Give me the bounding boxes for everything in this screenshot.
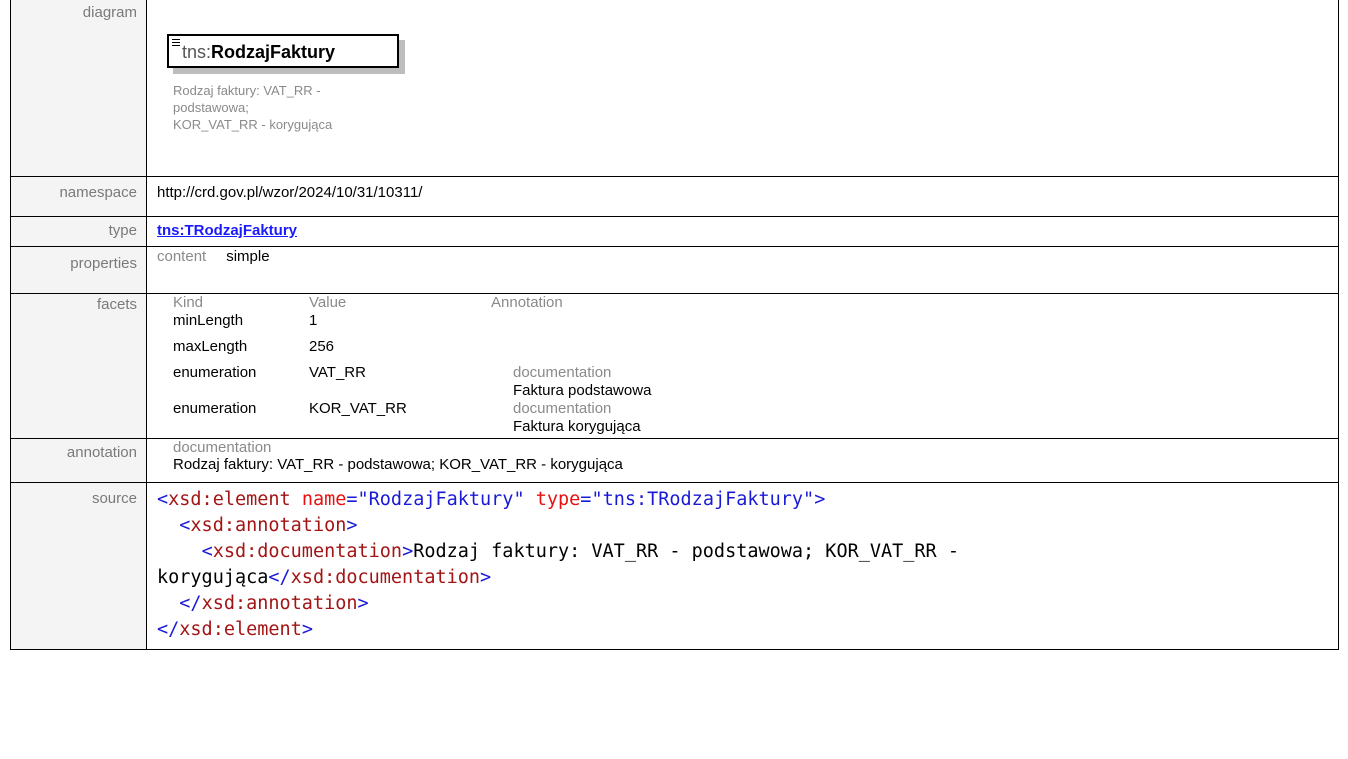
node-name: RodzajFaktury <box>211 42 336 62</box>
facets-table: Kind Value Annotation minLength 1 maxLen… <box>173 294 667 436</box>
node-box: tns:RodzajFaktury <box>167 34 399 68</box>
namespace-row: namespace http://crd.gov.pl/wzor/2024/10… <box>10 176 1339 217</box>
properties-label: properties <box>10 246 147 294</box>
annotation-doc-label: documentation <box>173 439 272 456</box>
diagram-cell: tns:RodzajFaktury Rodzaj faktury: VAT_RR… <box>146 0 1339 177</box>
property-key: content <box>157 248 207 265</box>
facet-row: enumeration VAT_RR documentation Faktura… <box>173 364 667 400</box>
node-documentation: Rodzaj faktury: VAT_RR - podstawowa; KOR… <box>173 82 332 133</box>
node-title: tns:RodzajFaktury <box>182 42 335 63</box>
property-value: simple <box>226 248 270 265</box>
element-lines-icon <box>172 39 180 48</box>
facet-kind: enumeration <box>173 400 257 417</box>
facet-annotation-text: Faktura podstawowa <box>513 382 652 399</box>
properties-row: properties content simple <box>10 246 1339 294</box>
facet-annotation: documentation Faktura podstawowa <box>491 364 667 400</box>
facet-kind: minLength <box>173 312 244 329</box>
facet-kind: enumeration <box>173 364 257 381</box>
facet-row: maxLength 256 <box>173 338 667 356</box>
annotation-doc-text: Rodzaj faktury: VAT_RR - podstawowa; KOR… <box>173 456 623 473</box>
source-label: source <box>10 482 147 650</box>
facet-value: 1 <box>309 312 318 329</box>
facet-row: minLength 1 <box>173 312 667 330</box>
diagram-row: diagram tns:RodzajFaktury Rodzaj faktury… <box>10 0 1339 177</box>
source-row: source <xsd:element name="RodzajFaktury"… <box>10 482 1339 650</box>
node-doc-line: KOR_VAT_RR - korygująca <box>173 117 333 132</box>
properties-table: content simple <box>157 248 290 265</box>
namespace-value: http://crd.gov.pl/wzor/2024/10/31/10311/ <box>146 176 1339 217</box>
source-code: <xsd:element name="RodzajFaktury" type="… <box>157 489 959 640</box>
type-row: type tns:TRodzajFaktury <box>10 216 1339 247</box>
facet-kind: maxLength <box>173 338 248 355</box>
facet-row: enumeration KOR_VAT_RR documentation Fak… <box>173 400 667 436</box>
node-doc-line: Rodzaj faktury: VAT_RR - <box>173 83 321 98</box>
facets-header: Kind Value Annotation <box>173 294 667 312</box>
facet-annotation-text: Faktura korygująca <box>513 418 641 435</box>
facets-header-kind: Kind <box>173 294 204 311</box>
facets-header-annotation: Annotation <box>491 294 563 311</box>
node-doc-line: podstawowa; <box>173 100 249 115</box>
facet-value: 256 <box>309 338 335 355</box>
annotation-label: annotation <box>10 438 147 483</box>
element-node[interactable]: tns:RodzajFaktury <box>167 34 405 74</box>
facet-annotation-label: documentation <box>513 400 612 417</box>
facet-value: KOR_VAT_RR <box>309 400 407 417</box>
facet-annotation <box>491 338 667 356</box>
namespace-label: namespace <box>10 176 147 217</box>
annotation-row: annotation documentation Rodzaj faktury:… <box>10 438 1339 483</box>
facets-row: facets Kind Value Annotation minLength 1 <box>10 293 1339 439</box>
type-link[interactable]: tns:TRodzajFaktury <box>157 222 297 239</box>
node-prefix: tns: <box>182 42 212 62</box>
facets-header-value: Value <box>309 294 347 311</box>
schema-doc-table: diagram tns:RodzajFaktury Rodzaj faktury… <box>10 0 1339 650</box>
facet-value: VAT_RR <box>309 364 366 381</box>
facets-label: facets <box>10 293 147 439</box>
diagram-label: diagram <box>10 0 147 177</box>
facet-annotation: documentation Faktura korygująca <box>491 400 667 436</box>
source-cell: <xsd:element name="RodzajFaktury" type="… <box>146 482 1339 650</box>
type-label: type <box>10 216 147 247</box>
facet-annotation-label: documentation <box>513 364 612 381</box>
facet-annotation <box>491 312 667 330</box>
